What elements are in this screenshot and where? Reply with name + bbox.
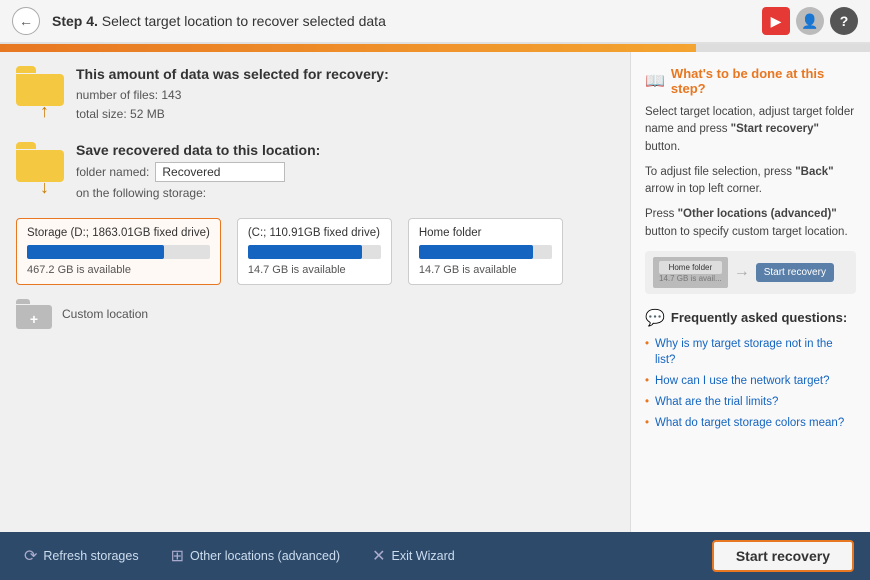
custom-location[interactable]: + Custom location: [16, 299, 614, 329]
faq-item-1[interactable]: How can I use the network target?: [645, 373, 856, 389]
save-location-title: Save recovered data to this location:: [76, 142, 320, 158]
save-location-text: Save recovered data to this location: fo…: [76, 142, 320, 211]
storage-home-title: Home folder: [419, 227, 552, 239]
save-location-section: Save recovered data to this location: fo…: [16, 142, 614, 211]
right-panel: 📖 What's to be done at this step? Select…: [630, 52, 870, 532]
storage-d-available: 467.2 GB is available: [27, 264, 210, 276]
header-icons: ▶ 👤 ?: [762, 7, 858, 35]
download-folder-icon: [16, 142, 64, 182]
storage-cards: Storage (D:; 1863.01GB fixed drive) 467.…: [16, 218, 614, 285]
faq-item-2[interactable]: What are the trial limits?: [645, 394, 856, 410]
mini-start-recovery-button[interactable]: Start recovery: [756, 263, 834, 282]
progress-bar-fill: [0, 44, 696, 52]
folder-name-row: folder named:: [76, 162, 320, 182]
help-title-text: What's to be done at this step?: [671, 66, 856, 96]
storage-d-title: Storage (D:; 1863.01GB fixed drive): [27, 227, 210, 239]
mini-preview: Home folder 14.7 GB is avail... → Start …: [645, 251, 856, 294]
mini-folder-label: Home folder: [659, 261, 722, 275]
faq-icon: 💬: [645, 308, 665, 328]
youtube-icon-button[interactable]: ▶: [762, 7, 790, 35]
data-total-size: total size: 52 MB: [76, 105, 389, 124]
storage-card-c[interactable]: (C:; 110.91GB fixed drive) 14.7 GB is av…: [237, 218, 392, 285]
faq-title: 💬 Frequently asked questions:: [645, 308, 856, 328]
refresh-label: Refresh storages: [43, 549, 138, 563]
main-area: This amount of data was selected for rec…: [0, 52, 870, 532]
step-label: Step 4.: [52, 13, 98, 29]
other-locations-button[interactable]: ⊞ Other locations (advanced): [163, 542, 349, 570]
upload-folder-icon: [16, 66, 64, 106]
faq-title-text: Frequently asked questions:: [671, 310, 847, 325]
refresh-storages-button[interactable]: ⟳ Refresh storages: [16, 542, 147, 570]
exit-icon: ✕: [372, 546, 385, 566]
storage-c-title: (C:; 110.91GB fixed drive): [248, 227, 381, 239]
storage-card-d[interactable]: Storage (D:; 1863.01GB fixed drive) 467.…: [16, 218, 221, 285]
start-recovery-button[interactable]: Start recovery: [712, 540, 854, 572]
custom-folder-icon: +: [16, 299, 52, 329]
data-amount-title: This amount of data was selected for rec…: [76, 66, 389, 82]
arrow-icon: →: [734, 263, 750, 281]
locations-icon: ⊞: [171, 546, 184, 566]
refresh-icon: ⟳: [24, 546, 37, 566]
data-amount-text: This amount of data was selected for rec…: [76, 66, 389, 124]
header-title-text: Select target location to recover select…: [102, 13, 386, 29]
back-button[interactable]: ←: [12, 7, 40, 35]
storage-c-available: 14.7 GB is available: [248, 264, 381, 276]
help-paragraph-3: Press "Other locations (advanced)" butto…: [645, 206, 856, 241]
storage-card-home[interactable]: Home folder 14.7 GB is available: [408, 218, 563, 285]
storage-home-bar: [419, 245, 552, 259]
data-amount-section: This amount of data was selected for rec…: [16, 66, 614, 124]
help-paragraph-1: Select target location, adjust target fo…: [645, 104, 856, 156]
storage-home-available: 14.7 GB is available: [419, 264, 552, 276]
faq-list: Why is my target storage not in the list…: [645, 336, 856, 431]
progress-bar-container: [0, 44, 870, 52]
left-panel: This amount of data was selected for rec…: [0, 52, 630, 532]
faq-item-0[interactable]: Why is my target storage not in the list…: [645, 336, 856, 368]
data-files-count: number of files: 143: [76, 86, 389, 105]
storage-c-bar: [248, 245, 381, 259]
user-icon-button[interactable]: 👤: [796, 7, 824, 35]
mini-folder-box: Home folder 14.7 GB is avail...: [653, 257, 728, 288]
header-title: Step 4. Select target location to recove…: [52, 13, 762, 29]
exit-wizard-button[interactable]: ✕ Exit Wizard: [364, 542, 463, 570]
help-section-title: 📖 What's to be done at this step?: [645, 66, 856, 96]
custom-location-label: Custom location: [62, 307, 148, 321]
folder-name-label: folder named:: [76, 165, 149, 179]
mini-folder-sub: 14.7 GB is avail...: [659, 274, 722, 284]
storage-d-bar: [27, 245, 210, 259]
footer: ⟳ Refresh storages ⊞ Other locations (ad…: [0, 532, 870, 580]
help-paragraph-2: To adjust file selection, press "Back" a…: [645, 164, 856, 199]
exit-label: Exit Wizard: [392, 549, 455, 563]
other-locations-label: Other locations (advanced): [190, 549, 340, 563]
faq-section: 💬 Frequently asked questions: Why is my …: [645, 308, 856, 431]
book-icon: 📖: [645, 71, 665, 91]
faq-item-3[interactable]: What do target storage colors mean?: [645, 415, 856, 431]
folder-name-input[interactable]: [155, 162, 285, 182]
storage-label: on the following storage:: [76, 184, 320, 203]
header: ← Step 4. Select target location to reco…: [0, 0, 870, 44]
help-icon-button[interactable]: ?: [830, 7, 858, 35]
